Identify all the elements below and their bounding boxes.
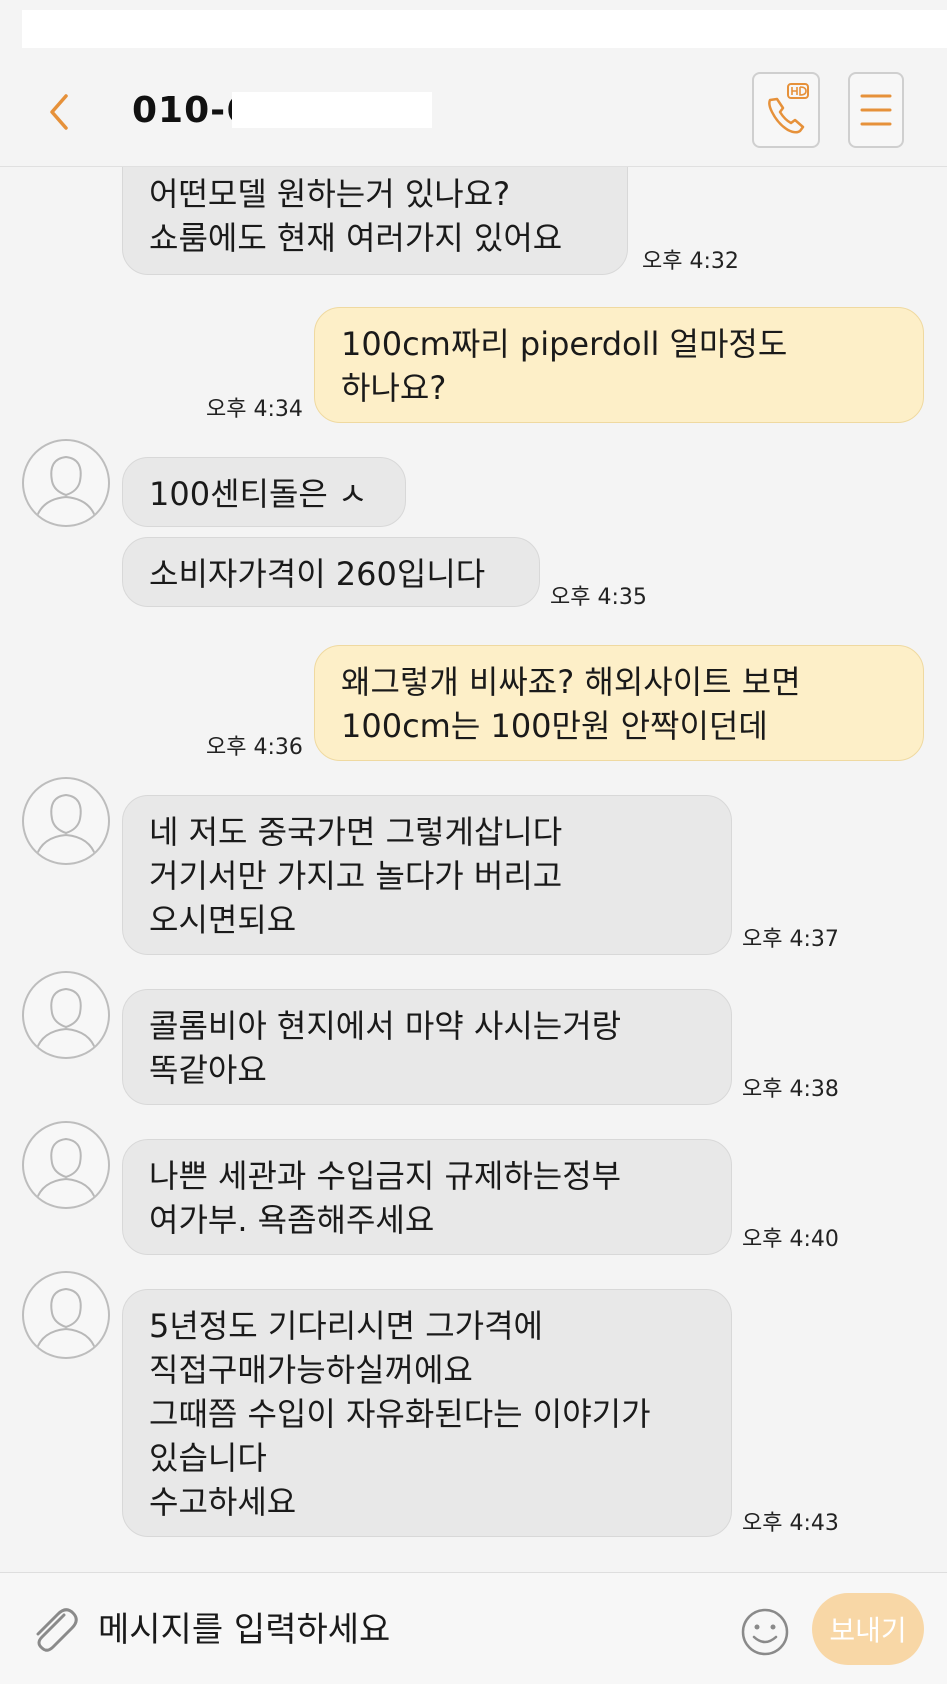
message-input-bar: 보내기 <box>0 1572 947 1684</box>
message-time: 오후 4:36 <box>206 735 303 760</box>
contact-avatar[interactable] <box>22 439 110 527</box>
send-button[interactable]: 보내기 <box>812 1593 924 1665</box>
contact-avatar[interactable] <box>22 1121 110 1209</box>
contact-avatar[interactable] <box>22 1271 110 1359</box>
emoji-icon <box>741 1608 789 1656</box>
person-silhouette-icon <box>35 1287 97 1352</box>
back-button[interactable] <box>40 88 80 136</box>
menu-button[interactable] <box>848 72 904 148</box>
person-silhouette-icon <box>35 455 97 520</box>
message-input[interactable] <box>96 1597 720 1663</box>
message-bubble-outgoing[interactable]: 왜그렇개 비싸죠? 해외사이트 보면 100cm는 100만원 안짝이던데 <box>314 645 924 761</box>
chevron-left-icon <box>50 94 68 130</box>
paperclip-icon <box>36 1608 78 1652</box>
person-silhouette-icon <box>35 1137 97 1202</box>
person-silhouette-icon <box>35 793 97 858</box>
message-time: 오후 4:34 <box>206 397 303 422</box>
chat-screen: 010-6 어떤모델 원하는거 있나요? 쇼룸에도 현재 여러가지 있어요 오후… <box>0 0 947 1684</box>
message-time: 오후 4:35 <box>550 585 647 610</box>
menu-icon <box>860 94 892 126</box>
hd-call-icon <box>768 83 809 134</box>
message-bubble-incoming[interactable]: 5년정도 기다리시면 그가격에 직접구매가능하실꺼에요 그때쯤 수입이 자유화된… <box>122 1289 732 1537</box>
message-bubble-incoming[interactable]: 콜롬비아 현지에서 마약 사시는거랑 똑같아요 <box>122 989 732 1105</box>
chat-header: 010-6 <box>0 48 947 167</box>
contact-avatar[interactable] <box>22 971 110 1059</box>
message-time: 오후 4:38 <box>742 1077 839 1102</box>
contact-avatar[interactable] <box>22 777 110 865</box>
message-bubble-incoming[interactable]: 네 저도 중국가면 그렇게삽니다 거기서만 가지고 놀다가 버리고 오시면되요 <box>122 795 732 955</box>
redaction-mask <box>232 92 432 128</box>
emoji-button[interactable] <box>740 1607 790 1657</box>
message-bubble-incoming[interactable]: 소비자가격이 260입니다 <box>122 537 540 607</box>
message-bubble-incoming[interactable]: 나쁜 세관과 수입금지 규제하는정부 여가부. 욕좀해주세요 <box>122 1139 732 1255</box>
message-time: 오후 4:43 <box>742 1511 839 1536</box>
message-bubble-incoming[interactable]: 어떤모델 원하는거 있나요? 쇼룸에도 현재 여러가지 있어요 <box>122 167 628 275</box>
person-silhouette-icon <box>35 987 97 1052</box>
message-bubble-outgoing[interactable]: 100cm짜리 piperdoll 얼마정도 하나요? <box>314 307 924 423</box>
status-bar <box>22 10 947 48</box>
message-time: 오후 4:32 <box>642 249 739 274</box>
message-bubble-incoming[interactable]: 100센티돌은 ㅅ <box>122 457 406 527</box>
attach-button[interactable] <box>26 1601 80 1657</box>
message-time: 오후 4:40 <box>742 1227 839 1252</box>
hd-call-button[interactable] <box>752 72 820 148</box>
message-time: 오후 4:37 <box>742 927 839 952</box>
message-list[interactable]: 어떤모델 원하는거 있나요? 쇼룸에도 현재 여러가지 있어요 오후 4:32 … <box>0 167 947 1571</box>
